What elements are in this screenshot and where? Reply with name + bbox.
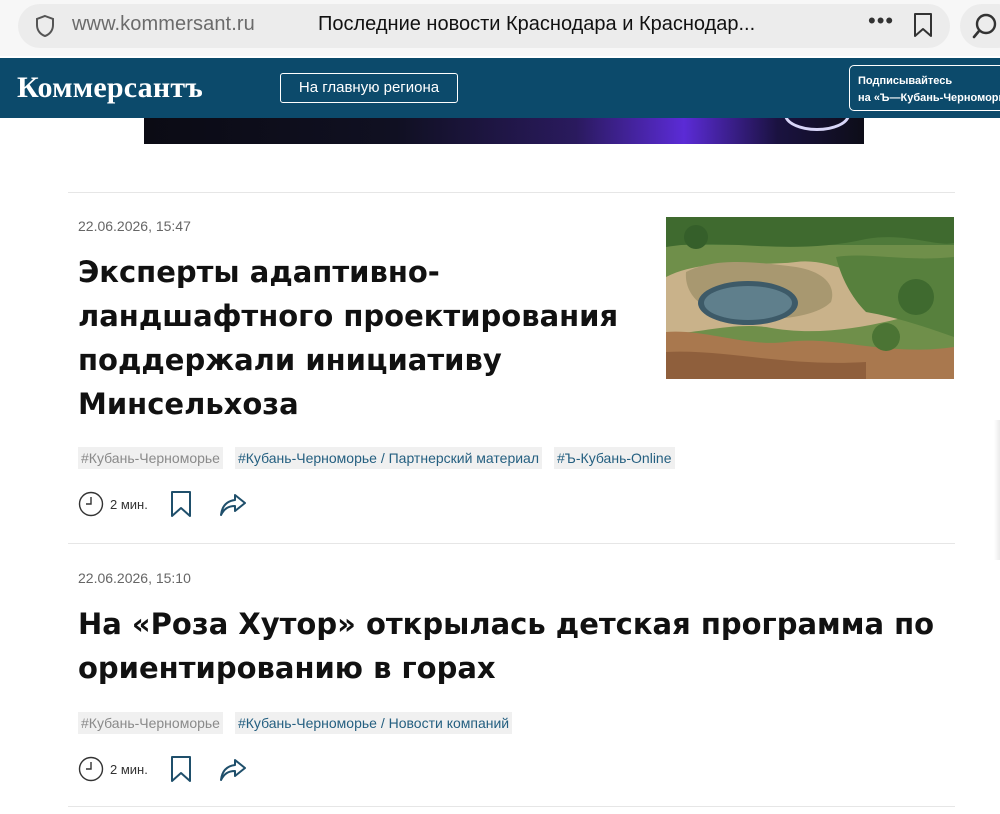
shield-icon[interactable] (34, 14, 56, 38)
bookmark-icon[interactable] (170, 755, 192, 783)
bookmark-icon[interactable] (170, 490, 192, 518)
ad-banner[interactable] (144, 118, 864, 144)
share-icon[interactable] (218, 757, 248, 783)
tag-link[interactable]: #Кубань-Черноморье / Новости компаний (234, 712, 513, 734)
bookmark-icon[interactable] (912, 12, 934, 38)
subscribe-line1: Подписывайтесь (858, 75, 953, 87)
tag-list: #Кубань-Черноморье #Кубань-Черноморье / … (78, 447, 675, 469)
read-time: 2 мин. (110, 762, 148, 777)
site-header: Коммерсантъ На главную региона Подписыва… (0, 58, 1000, 118)
divider (68, 543, 955, 544)
scroll-edge (994, 420, 1000, 560)
headline-line[interactable]: Минсельхоза (78, 382, 638, 426)
browser-toolbar: www.kommersant.ru Последние новости Крас… (0, 0, 1000, 56)
headline-line[interactable]: На «Роза Хутор» открылась детская програ… (78, 602, 958, 646)
read-time: 2 мин. (110, 497, 148, 512)
search-icon[interactable] (972, 12, 1000, 40)
divider (68, 192, 955, 193)
article-actions: 2 мин. (78, 490, 278, 520)
subscribe-line2: на «Ъ—Кубань-Черноморье» (858, 92, 1000, 104)
article-date: 22.06.2026, 15:47 (78, 218, 191, 234)
tag-link[interactable]: #Кубань-Черноморье (78, 447, 223, 469)
tag-link[interactable]: #Ъ-Кубань-Online (554, 447, 675, 469)
site-logo[interactable]: Коммерсантъ (17, 71, 203, 105)
banner-decoration (784, 118, 850, 131)
tag-link[interactable]: #Кубань-Черноморье (78, 712, 223, 734)
headline-line[interactable]: ландшафтного проектирования (78, 294, 638, 338)
tab-title: Последние новости Краснодара и Краснодар… (318, 13, 756, 35)
article-thumbnail[interactable] (666, 217, 954, 379)
subscribe-button[interactable]: Подписывайтесь на «Ъ—Кубань-Черноморье» (849, 65, 1000, 111)
url-domain[interactable]: www.kommersant.ru (72, 13, 255, 36)
clock-icon (78, 756, 104, 782)
headline-line[interactable]: поддержали инициативу (78, 338, 638, 382)
tag-link[interactable]: #Кубань-Черноморье / Партнерский материа… (234, 447, 543, 469)
headline-line[interactable]: Эксперты адаптивно- (78, 250, 638, 294)
tag-list: #Кубань-Черноморье #Кубань-Черноморье / … (78, 712, 513, 734)
article-headline[interactable]: Эксперты адаптивно- ландшафтного проекти… (78, 250, 638, 426)
region-home-button[interactable]: На главную региона (280, 73, 458, 103)
share-icon[interactable] (218, 492, 248, 518)
divider (68, 806, 955, 807)
article-actions: 2 мин. (78, 755, 278, 785)
landscape-image (666, 217, 954, 379)
headline-line[interactable]: ориентированию в горах (78, 646, 958, 690)
article-date: 22.06.2026, 15:10 (78, 570, 191, 586)
clock-icon (78, 491, 104, 517)
more-menu-icon[interactable]: ••• (868, 8, 894, 34)
article-headline[interactable]: На «Роза Хутор» открылась детская програ… (78, 602, 958, 690)
